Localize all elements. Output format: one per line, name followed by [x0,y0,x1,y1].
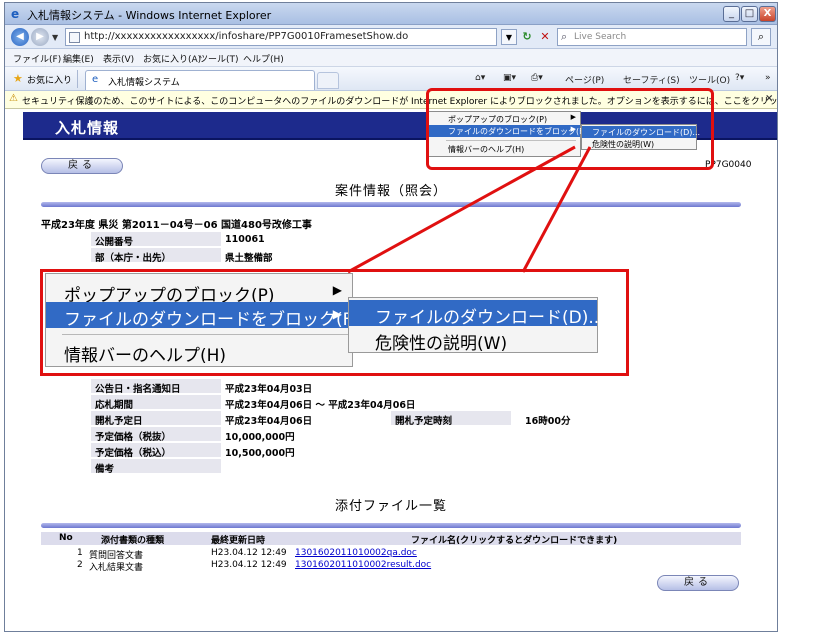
favorites-star-icon[interactable]: ★ [13,72,23,85]
field-value: 県土整備部 [225,253,273,264]
url-dropdown-icon[interactable]: ▼ [501,29,517,45]
window-title: 入札情報システム - Windows Internet Explorer [27,9,272,22]
field-value: 平成23年04月06日 ～ 平成23年04月06日 [225,400,416,411]
menu-favorites[interactable]: お気に入り(A) [143,52,201,65]
back-button-bottom[interactable]: 戻る [657,575,739,591]
row-type: 入札結果文書 [89,563,144,573]
banner-title: 入札情報 [55,119,120,137]
menu-tools[interactable]: ツール(T) [199,52,239,65]
field-label: 予定価格（税込） [91,443,221,459]
field-value: 10,000,000円 [225,432,295,443]
attachments-title: 添付ファイル一覧 [334,499,447,514]
highlight-frame [426,88,714,170]
field-value: 10,500,000円 [225,448,295,459]
row-updated: H23.04.12 12:49 [211,548,287,558]
file-download-link[interactable]: 1301602011010002qa.doc [295,548,417,558]
address-bar: ◀ ▶ ▼ http://xxxxxxxxxxxxxxxxx/infoshare… [5,25,777,49]
field-label: 開札予定時刻 [391,411,511,427]
page-menu[interactable]: ページ(P) [565,73,604,86]
home-icon[interactable]: ⌂▾ [475,73,485,83]
browser-window: e 入札情報システム - Windows Internet Explorer _… [4,2,778,632]
new-tab-button[interactable] [317,72,339,89]
row-no: 2 [77,560,83,570]
tab-title: 入札情報システム [108,78,180,88]
menu-bar: ファイル(F) 編集(E) 表示(V) お気に入り(A) ツール(T) ヘルプ(… [5,49,777,67]
search-button[interactable]: ⌕ [751,28,771,46]
search-icon: ⌕ [561,30,568,43]
zoom-highlight-frame [40,269,629,376]
field-label: 開札予定日 [91,411,221,427]
ie-page-icon: e [92,74,99,85]
section-divider [41,202,741,207]
safety-menu[interactable]: セーフティ(S) [623,73,680,86]
col-updated: 最終更新日時 [211,536,266,546]
search-placeholder: Live Search [574,32,627,42]
info-bar-close-icon[interactable]: × [765,93,773,104]
close-button[interactable]: X [759,6,776,22]
url-input[interactable]: http://xxxxxxxxxxxxxxxxx/infoshare/PP7G0… [65,28,497,46]
field-label: 予定価格（税抜） [91,427,221,443]
favorites-label[interactable]: お気に入り [27,73,72,86]
print-icon[interactable]: ⎙▾ [531,73,543,83]
col-filename: ファイル名(クリックするとダウンロードできます) [411,536,618,546]
ie-logo-icon: e [11,7,20,21]
col-no: No [59,533,73,543]
table-header: No 添付書類の種類 最終更新日時 ファイル名(クリックするとダウンロードできま… [41,532,741,546]
table-row: 1 質問回答文書 H23.04.12 12:49 130160201101000… [41,547,741,561]
back-button[interactable]: 戻る [41,158,123,174]
section-divider [41,523,741,528]
help-icon[interactable]: ?▾ [735,73,744,83]
search-input[interactable]: ⌕ Live Search [557,28,747,46]
field-label: 備考 [91,459,221,475]
field-label: 公告日・指名通知日 [91,379,221,395]
table-row: 2 入札結果文書 H23.04.12 12:49 130160201101000… [41,559,741,573]
menu-edit[interactable]: 編集(E) [63,52,94,65]
field-value: 16時00分 [525,416,571,427]
back-arrow-icon[interactable]: ◀ [11,28,29,46]
maximize-button[interactable]: □ [741,6,758,22]
field-label: 部（本庁・出先） [91,248,221,264]
field-value: 平成23年04月03日 [225,384,313,395]
forward-arrow-icon[interactable]: ▶ [31,28,49,46]
field-value: 平成23年04月06日 [225,416,313,427]
stop-icon[interactable]: ✕ [537,29,553,45]
tools-menu[interactable]: ツール(O) [689,73,730,86]
field-label: 公開番号 [91,232,221,248]
menu-view[interactable]: 表示(V) [103,52,134,65]
field-label: 応札期間 [91,395,221,411]
url-text: http://xxxxxxxxxxxxxxxxx/infoshare/PP7G0… [84,31,409,42]
history-dropdown-icon[interactable]: ▼ [52,33,58,42]
minimize-button[interactable]: _ [723,6,740,22]
title-bar: e 入札情報システム - Windows Internet Explorer _… [5,3,777,25]
field-value: 110061 [225,234,265,245]
feeds-icon[interactable]: ▣▾ [503,73,516,83]
row-updated: H23.04.12 12:49 [211,560,287,570]
row-no: 1 [77,548,83,558]
browser-tab[interactable]: e 入札情報システム [85,70,315,90]
toolbar-divider [77,70,78,88]
page-icon [69,32,80,43]
project-name: 平成23年度 県災 第2011－04号－06 国道480号改修工事 [41,220,312,231]
refresh-icon[interactable]: ↻ [519,29,535,45]
col-type: 添付書類の種類 [101,536,165,546]
case-info-title: 案件情報（照会） [334,184,447,199]
menu-help[interactable]: ヘルプ(H) [243,52,284,65]
menu-file[interactable]: ファイル(F) [13,52,61,65]
file-download-link[interactable]: 1301602011010002result.doc [295,560,431,570]
shield-warning-icon: ⚠ [9,93,18,104]
more-commands-icon[interactable]: » [765,73,771,83]
